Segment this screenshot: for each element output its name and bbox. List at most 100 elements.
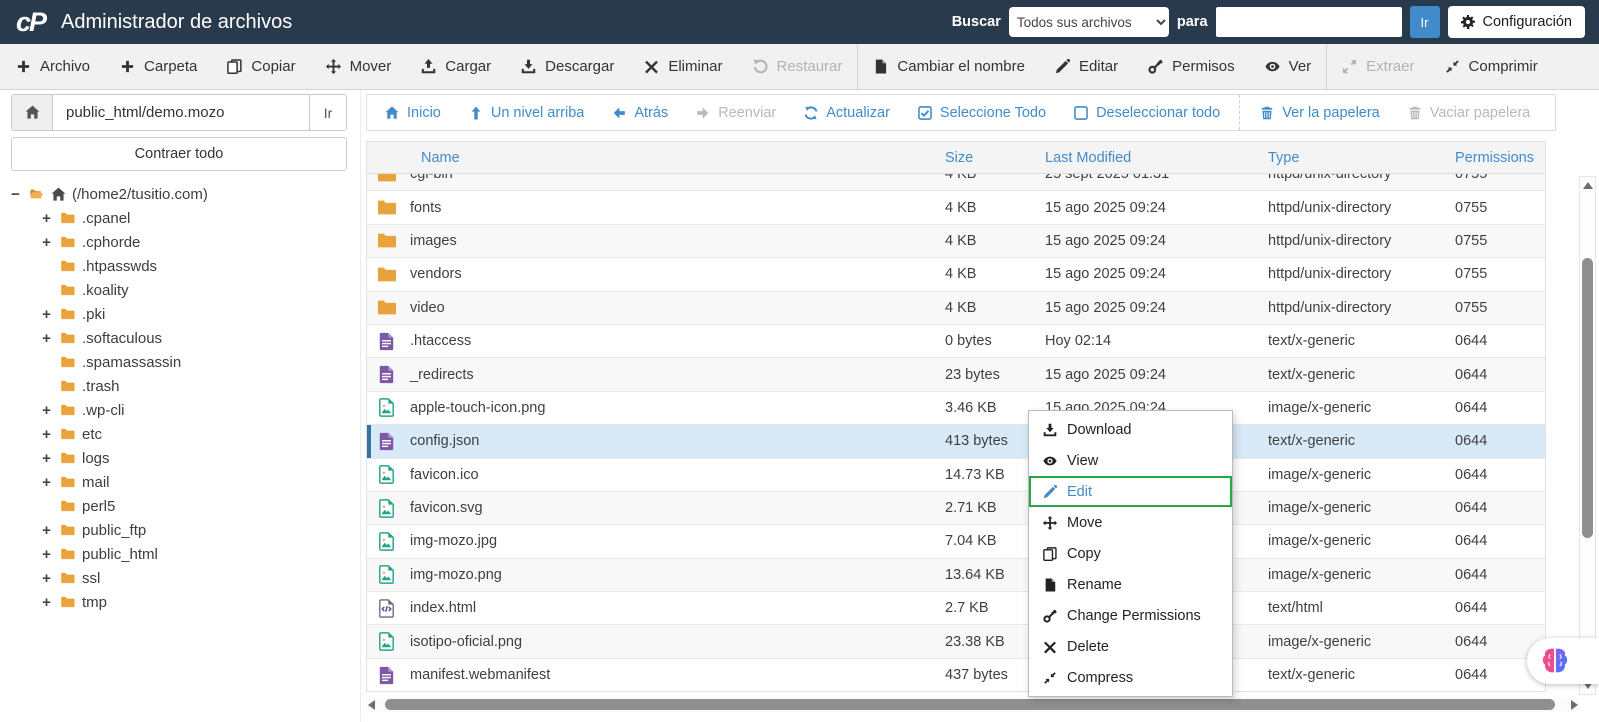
vertical-scrollbar[interactable] [1579,176,1596,695]
scroll-up-arrow-icon[interactable] [1583,182,1593,189]
toolbar-button[interactable]: Comprimir [1430,44,1553,89]
table-row[interactable]: vendors 4 KB 15 ago 2025 09:24 httpd/uni… [367,258,1545,292]
context-menu-item[interactable]: Edit [1029,476,1232,507]
column-header-name[interactable]: Name [367,150,945,166]
tree-item[interactable]: .htpasswds [9,254,356,278]
table-row[interactable]: video 4 KB 15 ago 2025 09:24 httpd/unix-… [367,291,1545,325]
tree-item[interactable]: + .pki [9,302,356,326]
tree-item[interactable]: perl5 [9,494,356,518]
nav-link[interactable]: Atrás [598,95,682,130]
context-menu-item[interactable]: Compress [1029,662,1232,693]
search-scope-select[interactable]: Todos sus archivos [1008,7,1169,37]
horizontal-scrollbar-thumb[interactable] [385,699,1555,710]
path-input[interactable] [53,95,309,130]
context-menu-item[interactable]: View [1029,445,1232,476]
tree-item[interactable]: + .wp-cli [9,398,356,422]
nav-link[interactable]: Inicio [371,95,455,130]
expand-icon[interactable]: + [40,210,53,227]
path-go-button[interactable]: Ir [309,95,346,130]
horizontal-scrollbar[interactable] [366,697,1580,712]
path-home-button[interactable] [12,95,53,130]
context-menu-item[interactable]: Change Permissions [1029,600,1232,631]
tree-item[interactable]: .spamassassin [9,350,356,374]
tree-item[interactable]: + .cphorde [9,230,356,254]
context-menu-item[interactable]: Copy [1029,538,1232,569]
toolbar-button[interactable]: Cargar [406,44,506,89]
table-row[interactable]: manifest.webmanifest 437 bytes 15 ago 20… [367,659,1545,691]
expand-icon[interactable]: + [40,426,53,443]
scroll-right-arrow-icon[interactable] [1571,700,1578,710]
expand-icon[interactable]: + [40,546,53,563]
table-row[interactable]: favicon.ico 14.73 KB 15 ago 2025 09:24 i… [367,459,1545,492]
column-header-type[interactable]: Type [1268,150,1455,166]
tree-item[interactable]: + public_ftp [9,518,356,542]
toolbar-button[interactable]: Descargar [506,44,629,89]
toolbar-button[interactable]: Extraer [1326,44,1429,89]
toolbar-button[interactable]: Permisos [1133,44,1250,89]
table-row[interactable]: .htaccess 0 bytes Hoy 02:14 text/x-gener… [367,325,1545,359]
expand-icon[interactable]: + [40,522,53,539]
collapse-all-button[interactable]: Contraer todo [11,137,347,171]
assistant-widget[interactable] [1527,638,1599,684]
table-row[interactable]: images 4 KB 15 ago 2025 09:24 httpd/unix… [367,224,1545,259]
tree-item[interactable]: .koality [9,278,356,302]
collapse-expander[interactable]: − [9,186,22,203]
expand-icon[interactable]: + [40,234,53,251]
tree-root-item[interactable]: − (/home2/tusitio.com) [9,182,356,206]
nav-link[interactable]: Actualizar [790,95,904,130]
column-header-permissions[interactable]: Permissions [1455,150,1535,166]
nav-link[interactable]: Ver la papelera [1239,95,1394,130]
toolbar-button[interactable]: Carpeta [105,44,212,89]
toolbar-button[interactable]: Ver [1250,44,1327,89]
expand-icon[interactable]: + [40,402,53,419]
toolbar-button[interactable]: Editar [1040,44,1133,89]
scroll-left-arrow-icon[interactable] [368,700,375,710]
nav-link[interactable]: Un nivel arriba [455,95,599,130]
tree-item[interactable]: + mail [9,470,356,494]
search-input[interactable] [1215,7,1402,37]
nav-link[interactable]: Reenviar [682,95,790,130]
tree-item[interactable]: + tmp [9,590,356,614]
expand-icon[interactable]: + [40,330,53,347]
expand-icon[interactable]: + [40,306,53,323]
search-go-button[interactable]: Ir [1409,6,1440,38]
expand-icon[interactable]: + [40,570,53,587]
table-row[interactable]: apple-touch-icon.png 3.46 KB 15 ago 2025… [367,392,1545,426]
vertical-scrollbar-thumb[interactable] [1582,258,1593,538]
toolbar-button[interactable]: Eliminar [629,44,737,89]
toolbar-button[interactable]: Copiar [212,44,310,89]
nav-link[interactable]: Seleccione Todo [904,95,1060,130]
column-header-size[interactable]: Size [945,150,1045,166]
toolbar-button[interactable]: Archivo [1,44,105,89]
context-menu-item[interactable]: Move [1029,507,1232,538]
context-menu-item[interactable]: Delete [1029,631,1232,662]
table-row[interactable]: img-mozo.png 13.64 KB 15 ago 2025 09:24 … [367,558,1545,593]
expand-icon[interactable]: + [40,594,53,611]
context-menu-item[interactable]: Rename [1029,569,1232,600]
tree-item[interactable]: + etc [9,422,356,446]
toolbar-button[interactable]: Mover [311,44,407,89]
tree-item[interactable]: + ssl [9,566,356,590]
tree-item[interactable]: + .softaculous [9,326,356,350]
nav-link[interactable]: Deseleccionar todo [1060,95,1234,130]
toolbar-button[interactable]: Restaurar [738,44,858,89]
tree-item[interactable]: + .cpanel [9,206,356,230]
tree-item[interactable]: + logs [9,446,356,470]
table-row[interactable]: favicon.svg 2.71 KB 15 ago 2025 09:24 im… [367,491,1545,526]
table-row[interactable]: index.html 2.7 KB 15 ago 2025 09:24 text… [367,592,1545,626]
context-menu-item[interactable]: Download [1029,414,1232,445]
tree-item[interactable]: .trash [9,374,356,398]
settings-button[interactable]: Configuración [1447,6,1585,38]
nav-link[interactable]: Vaciar papelera [1394,95,1545,130]
table-row[interactable]: _redirects 23 bytes 15 ago 2025 09:24 te… [367,358,1545,392]
expand-icon[interactable]: + [40,450,53,467]
tree-item[interactable]: + public_html [9,542,356,566]
table-row[interactable]: cgi-bin 4 KB 25 sept 2025 01:31 httpd/un… [367,174,1545,192]
toolbar-button[interactable]: Cambiar el nombre [857,44,1040,89]
column-header-modified[interactable]: Last Modified [1045,150,1268,166]
table-row[interactable]: img-mozo.jpg 7.04 KB 15 ago 2025 09:24 i… [367,525,1545,559]
table-row[interactable]: config.json 413 bytes 15 ago 2025 09:24 … [367,425,1545,459]
table-row[interactable]: fonts 4 KB 15 ago 2025 09:24 httpd/unix-… [367,191,1545,225]
expand-icon[interactable]: + [40,474,53,491]
table-row[interactable]: isotipo-oficial.png 23.38 KB 15 ago 2025… [367,625,1545,659]
